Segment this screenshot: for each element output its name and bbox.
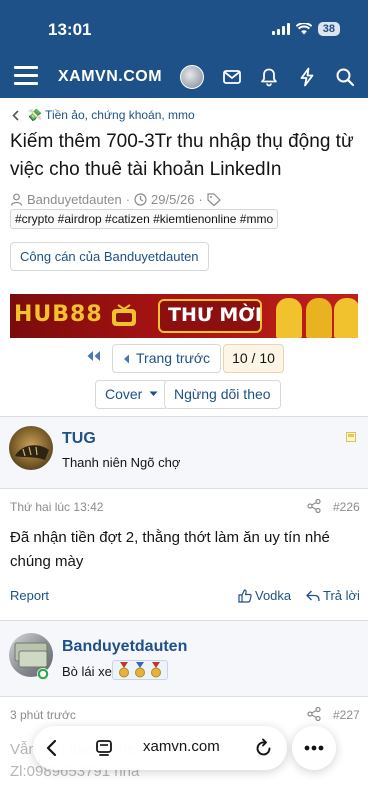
banner-brand: HUB88: [14, 302, 103, 327]
bell-icon[interactable]: [259, 67, 279, 87]
post-username[interactable]: Banduyetdauten: [62, 638, 187, 656]
banner-player-image: [276, 298, 302, 338]
caret-down-icon: [149, 391, 158, 396]
meta-separator: ·: [125, 192, 131, 207]
page-indicator[interactable]: 10 / 10: [223, 344, 284, 373]
tabs-icon[interactable]: [95, 739, 113, 757]
report-link[interactable]: Report: [10, 588, 49, 603]
online-status-icon: [37, 668, 49, 680]
mail-icon[interactable]: [222, 67, 242, 87]
medal-icon: [151, 662, 161, 678]
cover-button[interactable]: Cover: [95, 380, 169, 409]
post-227-header: Banduyetdauten Bò lái xe: [0, 621, 368, 697]
tags-icon: [207, 193, 221, 206]
breadcrumb-label[interactable]: 💸 Tiền ảo, chứng khoán, mmo: [27, 108, 195, 122]
prev-page-button[interactable]: Trang trước: [112, 344, 222, 373]
wifi-icon: [295, 23, 312, 35]
prev-page-label: Trang trước: [136, 350, 211, 366]
reload-icon[interactable]: [255, 738, 273, 758]
first-page-icon[interactable]: [86, 350, 102, 362]
banner-cta: THƯ MỜI: [168, 304, 262, 326]
reply-button[interactable]: Trả lời: [306, 588, 360, 603]
thread-title: Kiếm thêm 700-3Tr thu nhập thụ động từ v…: [10, 131, 354, 180]
banner-player-image: [334, 298, 358, 338]
vodka-label: Vodka: [255, 588, 292, 603]
share-icon[interactable]: [307, 707, 321, 721]
banner-player-image: [306, 298, 332, 338]
status-bar: 13:01 38: [0, 0, 368, 56]
signal-icon: [271, 23, 290, 35]
status-time: 13:01: [48, 20, 92, 39]
user-icon: [10, 193, 23, 206]
more-options-button[interactable]: [292, 726, 336, 770]
back-icon[interactable]: [45, 739, 57, 757]
caret-left-icon: [124, 354, 129, 364]
ad-banner[interactable]: HUB88 THƯ MỜI: [10, 294, 358, 338]
post-time[interactable]: 3 phút trước: [10, 708, 76, 722]
search-icon[interactable]: [335, 67, 355, 87]
status-icons: 38: [271, 22, 340, 36]
post-number[interactable]: #226: [333, 500, 360, 514]
post-user-title: Bò lái xe: [62, 664, 112, 679]
breadcrumb[interactable]: 💸 Tiền ảo, chứng khoán, mmo: [12, 108, 195, 122]
post-226-header: TUG Thanh niên Ngõ chợ: [0, 417, 368, 489]
post-number[interactable]: #227: [333, 708, 360, 722]
lightning-icon[interactable]: [297, 67, 317, 87]
tag-chips[interactable]: #crypto #airdrop #catizen #kiemtienonlin…: [10, 209, 279, 229]
flag-icon: [346, 432, 356, 442]
tag-list[interactable]: #crypto #airdrop #catizen #kiemtienonlin…: [10, 209, 279, 229]
more-dots-icon: [304, 745, 324, 751]
medal-icon: [119, 662, 129, 678]
post-username[interactable]: TUG: [62, 430, 96, 448]
medal-icon: [135, 662, 145, 678]
browser-toolbar: xamvn.com: [33, 726, 287, 770]
app-header: XAMVN.COM: [0, 56, 368, 98]
thumbs-up-icon: [238, 588, 252, 603]
pagination: Trang trước 10 / 10: [0, 344, 368, 374]
reply-label: Trả lời: [323, 588, 360, 603]
user-tools-button[interactable]: Công cán của Banduyetdauten: [10, 242, 209, 271]
meta-separator: ·: [198, 192, 203, 207]
tv-logo-icon: [112, 304, 136, 326]
thread-meta: Banduyetdauten · 29/5/26 ·: [10, 192, 221, 207]
avatar-tiger-image: [15, 445, 49, 460]
thread-author[interactable]: Banduyetdauten: [27, 192, 122, 207]
reply-icon: [306, 590, 320, 601]
clock-icon: [134, 193, 147, 206]
chevron-left-icon: [12, 109, 19, 121]
post-user-title: Thanh niên Ngõ chợ: [62, 455, 181, 470]
site-logo[interactable]: XAMVN.COM: [58, 68, 162, 86]
address-bar[interactable]: xamvn.com: [143, 738, 220, 755]
avatar[interactable]: [9, 426, 53, 470]
thread-date[interactable]: 29/5/26: [151, 192, 194, 207]
post-time[interactable]: Thứ hai lúc 13:42: [10, 500, 103, 514]
user-badges: [112, 660, 168, 680]
unwatch-button[interactable]: Ngừng dõi theo: [164, 380, 281, 409]
vodka-button[interactable]: Vodka: [238, 588, 291, 603]
cover-label: Cover: [105, 386, 143, 402]
logo-mark-icon: [180, 65, 204, 89]
post-body: Đã nhận tiền đợt 2, thằng thớt làm ăn uy…: [10, 529, 330, 570]
share-icon[interactable]: [307, 499, 321, 513]
menu-icon[interactable]: [14, 66, 38, 88]
battery-icon: 38: [317, 22, 340, 36]
